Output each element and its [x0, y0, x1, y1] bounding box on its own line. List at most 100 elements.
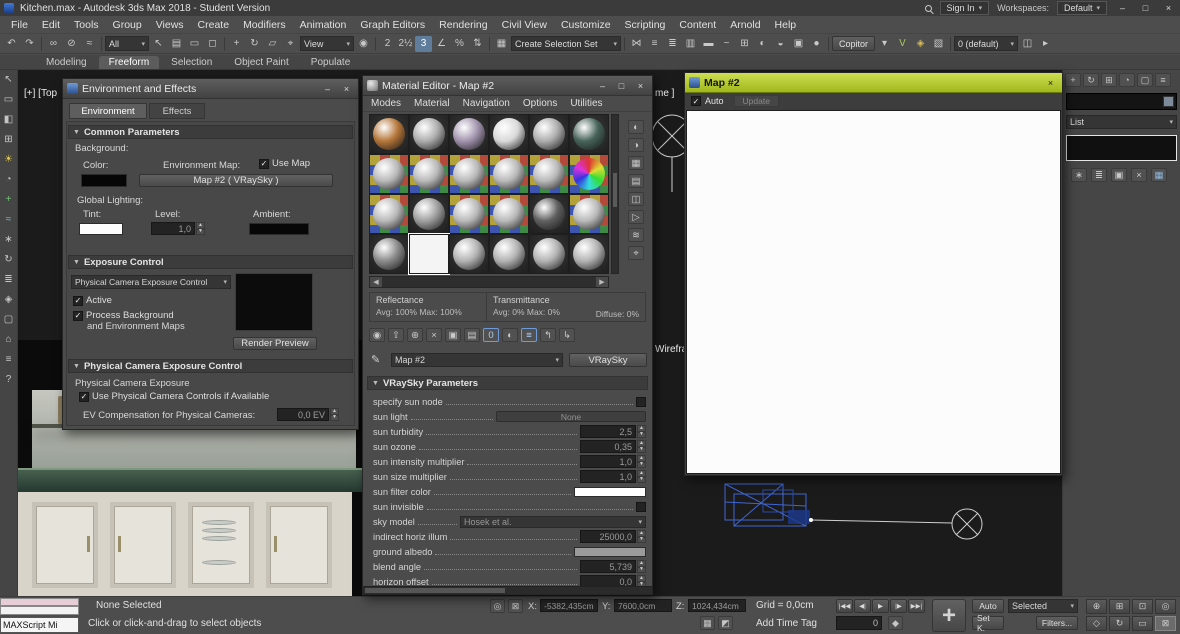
viewport-label-top[interactable]: [+] [Top	[24, 88, 57, 99]
param-spinner[interactable]: 1,0▲▼	[580, 470, 646, 483]
select-and-rotate-icon[interactable]: ↻	[246, 36, 263, 52]
select-object-icon[interactable]: ↖	[150, 36, 167, 52]
menu-tools[interactable]: Tools	[67, 19, 106, 31]
scene-explorer-icon[interactable]: ▥	[682, 36, 699, 52]
menu-rendering[interactable]: Rendering	[432, 19, 494, 31]
display-tab[interactable]: ▢	[1137, 73, 1153, 87]
sample-vertical-scrollbar[interactable]	[611, 114, 619, 274]
material-menu-modes[interactable]: Modes	[371, 98, 401, 109]
menu-scripting[interactable]: Scripting	[618, 19, 673, 31]
param-spinner[interactable]: 2,5▲▼	[580, 425, 646, 438]
param-button[interactable]: None	[496, 411, 646, 422]
zoom-all-icon[interactable]: ⊞	[1109, 599, 1130, 614]
tab-environment[interactable]: Environment	[69, 103, 147, 119]
previous-frame-button[interactable]: ◀|	[854, 599, 871, 613]
video-color-check-icon[interactable]: ◫	[628, 192, 644, 206]
material-id-button[interactable]: 0	[483, 328, 499, 342]
menu-graph-editors[interactable]: Graph Editors	[353, 19, 432, 31]
progressive-display-icon[interactable]: ◩	[718, 616, 733, 630]
maximize-button[interactable]: □	[1138, 2, 1153, 15]
redo-icon[interactable]: ↷	[21, 36, 38, 52]
sample-slot-4[interactable]	[489, 114, 529, 154]
helpers-icon[interactable]: +	[6, 194, 12, 205]
material-menu-navigation[interactable]: Navigation	[463, 98, 510, 109]
motion-icon[interactable]: ◈	[5, 294, 13, 305]
go-forward-sibling-icon[interactable]: ↳	[559, 328, 575, 342]
material-menu-options[interactable]: Options	[523, 98, 557, 109]
reset-map-icon[interactable]: ×	[426, 328, 442, 342]
go-to-start-button[interactable]: |◀◀	[836, 599, 853, 613]
modifier-stack[interactable]	[1066, 135, 1177, 161]
utilities-icon[interactable]: ⌂	[5, 334, 11, 345]
z-coord-field[interactable]: 1024,434cm	[688, 599, 746, 612]
hierarchy-icon[interactable]: ≣	[4, 274, 12, 285]
material-menu-utilities[interactable]: Utilities	[570, 98, 602, 109]
get-material-icon[interactable]: ◉	[369, 328, 385, 342]
sample-slot-1[interactable]	[369, 114, 409, 154]
search-icon[interactable]	[925, 5, 932, 12]
dropdown-arrow-icon[interactable]: ▾	[876, 36, 893, 52]
current-frame-field[interactable]: 0	[836, 616, 882, 630]
sample-slot-8[interactable]	[409, 154, 449, 194]
sample-slot-5[interactable]	[529, 114, 569, 154]
object-color-swatch[interactable]	[1163, 96, 1174, 107]
menu-create[interactable]: Create	[191, 19, 237, 31]
make-unique-icon[interactable]: ▣	[445, 328, 461, 342]
shapes-icon[interactable]: ▭	[4, 94, 13, 105]
menu-arnold[interactable]: Arnold	[723, 19, 767, 31]
utilities-tab[interactable]: ≡	[1155, 73, 1171, 87]
menu-help[interactable]: Help	[768, 19, 804, 31]
hierarchy-tab[interactable]: ⊞	[1101, 73, 1117, 87]
auto-key-button[interactable]: Auto	[972, 599, 1004, 613]
rectangular-selection-icon[interactable]: ▭	[186, 36, 203, 52]
snap-2d-icon[interactable]: 2	[379, 36, 396, 52]
sample-slot-2[interactable]	[409, 114, 449, 154]
select-and-link-icon[interactable]: ∞	[45, 36, 62, 52]
sample-type-icon[interactable]: ◐	[628, 120, 644, 134]
update-button[interactable]: Update	[734, 95, 779, 107]
vray-toolbar-icon[interactable]: V	[894, 36, 911, 52]
make-unique-icon[interactable]: ▣	[1111, 168, 1127, 182]
put-to-library-icon[interactable]: ▤	[464, 328, 480, 342]
menu-customize[interactable]: Customize	[554, 19, 618, 31]
menu-modifiers[interactable]: Modifiers	[236, 19, 293, 31]
angle-snap-icon[interactable]: ∠	[433, 36, 450, 52]
named-selection-sets-icon[interactable]: ▦	[493, 36, 510, 52]
sample-slot-23[interactable]	[529, 234, 569, 274]
systems-icon[interactable]: ∗	[4, 234, 12, 245]
compound-objects-icon[interactable]: ⊞	[4, 134, 12, 145]
map-window-titlebar[interactable]: Map #2 ×	[685, 73, 1062, 93]
zoom-extents-icon[interactable]: ⊡	[1132, 599, 1153, 614]
object-name-field[interactable]	[1066, 93, 1177, 110]
environment-map-button[interactable]: Map #2 ( VRaySky )	[139, 174, 333, 187]
key-filters-dropdown[interactable]: Selected▾	[1008, 599, 1078, 613]
render-setup-icon[interactable]: ◒	[772, 36, 789, 52]
render-production-icon[interactable]: ●	[808, 36, 825, 52]
go-to-parent-icon[interactable]: ↰	[540, 328, 556, 342]
ribbon-toggle-icon[interactable]: ▬	[700, 36, 717, 52]
rollout-vraysky-parameters[interactable]: ▼VRaySky Parameters	[367, 376, 648, 390]
param-dropdown[interactable]: Hosek et al.▾	[460, 516, 646, 528]
spacewarps-icon[interactable]: ≈	[6, 214, 12, 225]
create-tab[interactable]: +	[1065, 73, 1081, 87]
next-frame-button[interactable]: |▶	[890, 599, 907, 613]
menu-views[interactable]: Views	[149, 19, 191, 31]
show-end-result-icon[interactable]: ≡	[521, 328, 537, 342]
assign-material-icon[interactable]: ⊕	[407, 328, 423, 342]
align-icon[interactable]: ≡	[646, 36, 663, 52]
y-coord-field[interactable]: 7600,0cm	[614, 599, 672, 612]
process-background-checkbox[interactable]: ✓Process Background	[73, 310, 174, 321]
options-icon[interactable]: ≋	[628, 228, 644, 242]
orbit-icon[interactable]: ↻	[1109, 616, 1130, 631]
remove-modifier-icon[interactable]: ×	[1131, 168, 1147, 182]
selection-filter-dropdown[interactable]: All▾	[105, 36, 149, 51]
sample-tiling-icon[interactable]: ▤	[628, 174, 644, 188]
selection-lock-icon[interactable]: ⊠	[508, 599, 523, 613]
maximize-button[interactable]: □	[614, 79, 629, 92]
select-and-move-icon[interactable]: +	[228, 36, 245, 52]
material-editor-icon[interactable]: ◐	[754, 36, 771, 52]
region-zoom-icon[interactable]: ▭	[1132, 616, 1153, 631]
add-time-tag[interactable]: Add Time Tag	[756, 618, 817, 629]
param-spinner[interactable]: 5,739▲▼	[580, 560, 646, 573]
close-button[interactable]: ×	[339, 82, 354, 95]
